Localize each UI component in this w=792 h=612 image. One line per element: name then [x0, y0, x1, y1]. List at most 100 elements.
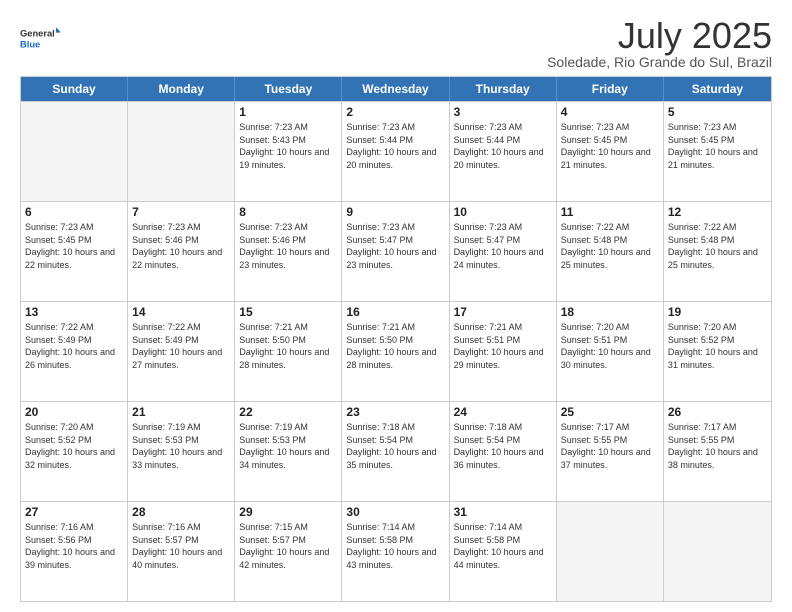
week-row-3: 13 Sunrise: 7:22 AMSunset: 5:49 PMDaylig…	[21, 301, 771, 401]
table-row	[557, 502, 664, 601]
day-info: Sunrise: 7:21 AMSunset: 5:50 PMDaylight:…	[346, 321, 444, 371]
day-info: Sunrise: 7:21 AMSunset: 5:51 PMDaylight:…	[454, 321, 552, 371]
day-number: 26	[668, 405, 767, 419]
col-friday: Friday	[557, 77, 664, 101]
day-number: 15	[239, 305, 337, 319]
table-row: 24 Sunrise: 7:18 AMSunset: 5:54 PMDaylig…	[450, 402, 557, 501]
day-number: 31	[454, 505, 552, 519]
day-number: 8	[239, 205, 337, 219]
col-tuesday: Tuesday	[235, 77, 342, 101]
table-row: 6 Sunrise: 7:23 AMSunset: 5:45 PMDayligh…	[21, 202, 128, 301]
day-number: 14	[132, 305, 230, 319]
logo: General Blue	[20, 18, 60, 58]
col-sunday: Sunday	[21, 77, 128, 101]
day-info: Sunrise: 7:20 AMSunset: 5:51 PMDaylight:…	[561, 321, 659, 371]
table-row: 7 Sunrise: 7:23 AMSunset: 5:46 PMDayligh…	[128, 202, 235, 301]
day-number: 20	[25, 405, 123, 419]
day-number: 10	[454, 205, 552, 219]
table-row	[128, 102, 235, 201]
day-info: Sunrise: 7:20 AMSunset: 5:52 PMDaylight:…	[25, 421, 123, 471]
calendar-header: Sunday Monday Tuesday Wednesday Thursday…	[21, 77, 771, 101]
table-row: 15 Sunrise: 7:21 AMSunset: 5:50 PMDaylig…	[235, 302, 342, 401]
table-row: 19 Sunrise: 7:20 AMSunset: 5:52 PMDaylig…	[664, 302, 771, 401]
day-number: 30	[346, 505, 444, 519]
table-row: 4 Sunrise: 7:23 AMSunset: 5:45 PMDayligh…	[557, 102, 664, 201]
day-number: 9	[346, 205, 444, 219]
day-number: 5	[668, 105, 767, 119]
day-info: Sunrise: 7:23 AMSunset: 5:46 PMDaylight:…	[132, 221, 230, 271]
day-number: 25	[561, 405, 659, 419]
table-row: 31 Sunrise: 7:14 AMSunset: 5:58 PMDaylig…	[450, 502, 557, 601]
table-row: 30 Sunrise: 7:14 AMSunset: 5:58 PMDaylig…	[342, 502, 449, 601]
day-number: 3	[454, 105, 552, 119]
day-info: Sunrise: 7:23 AMSunset: 5:43 PMDaylight:…	[239, 121, 337, 171]
day-number: 6	[25, 205, 123, 219]
svg-text:General: General	[20, 29, 55, 39]
location: Soledade, Rio Grande do Sul, Brazil	[547, 54, 772, 70]
day-number: 27	[25, 505, 123, 519]
table-row: 29 Sunrise: 7:15 AMSunset: 5:57 PMDaylig…	[235, 502, 342, 601]
day-info: Sunrise: 7:20 AMSunset: 5:52 PMDaylight:…	[668, 321, 767, 371]
day-info: Sunrise: 7:22 AMSunset: 5:48 PMDaylight:…	[561, 221, 659, 271]
day-number: 2	[346, 105, 444, 119]
col-wednesday: Wednesday	[342, 77, 449, 101]
day-number: 24	[454, 405, 552, 419]
day-info: Sunrise: 7:16 AMSunset: 5:57 PMDaylight:…	[132, 521, 230, 571]
day-info: Sunrise: 7:16 AMSunset: 5:56 PMDaylight:…	[25, 521, 123, 571]
day-number: 22	[239, 405, 337, 419]
table-row: 20 Sunrise: 7:20 AMSunset: 5:52 PMDaylig…	[21, 402, 128, 501]
col-thursday: Thursday	[450, 77, 557, 101]
day-number: 19	[668, 305, 767, 319]
week-row-4: 20 Sunrise: 7:20 AMSunset: 5:52 PMDaylig…	[21, 401, 771, 501]
calendar-body: 1 Sunrise: 7:23 AMSunset: 5:43 PMDayligh…	[21, 101, 771, 601]
day-info: Sunrise: 7:21 AMSunset: 5:50 PMDaylight:…	[239, 321, 337, 371]
table-row: 17 Sunrise: 7:21 AMSunset: 5:51 PMDaylig…	[450, 302, 557, 401]
day-number: 12	[668, 205, 767, 219]
svg-text:Blue: Blue	[20, 39, 40, 49]
table-row: 27 Sunrise: 7:16 AMSunset: 5:56 PMDaylig…	[21, 502, 128, 601]
table-row: 28 Sunrise: 7:16 AMSunset: 5:57 PMDaylig…	[128, 502, 235, 601]
table-row: 1 Sunrise: 7:23 AMSunset: 5:43 PMDayligh…	[235, 102, 342, 201]
table-row	[21, 102, 128, 201]
day-info: Sunrise: 7:23 AMSunset: 5:44 PMDaylight:…	[346, 121, 444, 171]
day-info: Sunrise: 7:15 AMSunset: 5:57 PMDaylight:…	[239, 521, 337, 571]
page-header: General Blue July 2025 Soledade, Rio Gra…	[20, 18, 772, 70]
table-row	[664, 502, 771, 601]
table-row: 12 Sunrise: 7:22 AMSunset: 5:48 PMDaylig…	[664, 202, 771, 301]
day-info: Sunrise: 7:14 AMSunset: 5:58 PMDaylight:…	[454, 521, 552, 571]
table-row: 9 Sunrise: 7:23 AMSunset: 5:47 PMDayligh…	[342, 202, 449, 301]
day-info: Sunrise: 7:23 AMSunset: 5:45 PMDaylight:…	[561, 121, 659, 171]
day-number: 7	[132, 205, 230, 219]
week-row-2: 6 Sunrise: 7:23 AMSunset: 5:45 PMDayligh…	[21, 201, 771, 301]
title-block: July 2025 Soledade, Rio Grande do Sul, B…	[547, 18, 772, 70]
day-info: Sunrise: 7:18 AMSunset: 5:54 PMDaylight:…	[346, 421, 444, 471]
day-number: 13	[25, 305, 123, 319]
day-number: 1	[239, 105, 337, 119]
day-info: Sunrise: 7:23 AMSunset: 5:45 PMDaylight:…	[25, 221, 123, 271]
week-row-1: 1 Sunrise: 7:23 AMSunset: 5:43 PMDayligh…	[21, 101, 771, 201]
day-info: Sunrise: 7:14 AMSunset: 5:58 PMDaylight:…	[346, 521, 444, 571]
day-number: 23	[346, 405, 444, 419]
table-row: 21 Sunrise: 7:19 AMSunset: 5:53 PMDaylig…	[128, 402, 235, 501]
day-number: 28	[132, 505, 230, 519]
day-number: 11	[561, 205, 659, 219]
table-row: 5 Sunrise: 7:23 AMSunset: 5:45 PMDayligh…	[664, 102, 771, 201]
day-info: Sunrise: 7:19 AMSunset: 5:53 PMDaylight:…	[239, 421, 337, 471]
day-info: Sunrise: 7:17 AMSunset: 5:55 PMDaylight:…	[668, 421, 767, 471]
week-row-5: 27 Sunrise: 7:16 AMSunset: 5:56 PMDaylig…	[21, 501, 771, 601]
table-row: 23 Sunrise: 7:18 AMSunset: 5:54 PMDaylig…	[342, 402, 449, 501]
table-row: 16 Sunrise: 7:21 AMSunset: 5:50 PMDaylig…	[342, 302, 449, 401]
table-row: 26 Sunrise: 7:17 AMSunset: 5:55 PMDaylig…	[664, 402, 771, 501]
table-row: 10 Sunrise: 7:23 AMSunset: 5:47 PMDaylig…	[450, 202, 557, 301]
table-row: 25 Sunrise: 7:17 AMSunset: 5:55 PMDaylig…	[557, 402, 664, 501]
table-row: 8 Sunrise: 7:23 AMSunset: 5:46 PMDayligh…	[235, 202, 342, 301]
day-info: Sunrise: 7:23 AMSunset: 5:44 PMDaylight:…	[454, 121, 552, 171]
logo-svg: General Blue	[20, 18, 60, 58]
day-info: Sunrise: 7:23 AMSunset: 5:46 PMDaylight:…	[239, 221, 337, 271]
table-row: 11 Sunrise: 7:22 AMSunset: 5:48 PMDaylig…	[557, 202, 664, 301]
day-info: Sunrise: 7:19 AMSunset: 5:53 PMDaylight:…	[132, 421, 230, 471]
table-row: 3 Sunrise: 7:23 AMSunset: 5:44 PMDayligh…	[450, 102, 557, 201]
table-row: 2 Sunrise: 7:23 AMSunset: 5:44 PMDayligh…	[342, 102, 449, 201]
day-info: Sunrise: 7:23 AMSunset: 5:47 PMDaylight:…	[346, 221, 444, 271]
month-title: July 2025	[547, 18, 772, 54]
